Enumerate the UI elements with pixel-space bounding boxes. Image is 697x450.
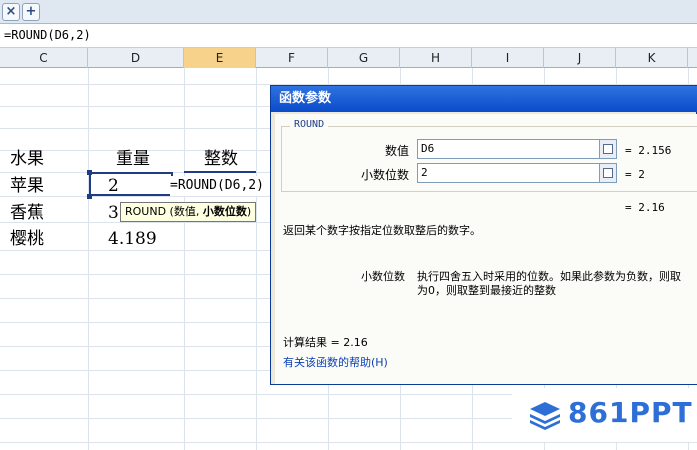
column-header-d[interactable]: D bbox=[88, 48, 184, 68]
dialog-title[interactable]: 函数参数 bbox=[271, 86, 697, 112]
arg2-input[interactable]: 2 bbox=[417, 163, 607, 183]
cell-row2-weight[interactable]: 3 bbox=[108, 201, 119, 225]
function-description: 返回某个数字按指定位数取整后的数字。 bbox=[283, 224, 481, 237]
cell-row2-fruit[interactable]: 香蕉 bbox=[10, 201, 44, 225]
selection-handle[interactable] bbox=[87, 194, 92, 199]
header-underline bbox=[184, 171, 256, 173]
selection-handle[interactable] bbox=[87, 170, 92, 175]
watermark: 861PPT bbox=[512, 388, 697, 442]
tooltip-current-arg: 小数位数 bbox=[202, 205, 247, 218]
column-header-f[interactable]: F bbox=[256, 48, 328, 68]
column-header-h[interactable]: H bbox=[400, 48, 472, 68]
range-select-icon bbox=[603, 168, 613, 178]
arg1-result: = 2.156 bbox=[625, 144, 672, 157]
function-arguments-dialog: 函数参数 ROUND 数值 D6 = 2.156 小数位数 2 = 2 = 2.… bbox=[270, 85, 697, 385]
function-help-link[interactable]: 有关该函数的帮助(H) bbox=[283, 354, 388, 370]
layers-logo-icon bbox=[530, 402, 560, 430]
watermark-text: 861PPT bbox=[568, 396, 693, 429]
param-desc-line2: 为0，则取整到最接近的整数 bbox=[417, 284, 556, 297]
column-header-c[interactable]: C bbox=[0, 48, 88, 68]
arg2-label: 小数位数 bbox=[360, 168, 409, 182]
grid-line bbox=[88, 68, 89, 450]
grid-line bbox=[184, 68, 185, 450]
cell-row3-weight[interactable]: 4.189 bbox=[108, 227, 157, 251]
cell-header-weight[interactable]: 重量 bbox=[116, 147, 150, 171]
column-headers: C D E F G H I J K bbox=[0, 48, 697, 68]
referenced-cell-outline bbox=[89, 172, 173, 196]
column-header-e[interactable]: E bbox=[184, 48, 256, 68]
grid-line bbox=[256, 68, 257, 450]
cell-row3-fruit[interactable]: 樱桃 bbox=[10, 227, 44, 251]
arg2-result: = 2 bbox=[625, 168, 645, 181]
column-header-j[interactable]: J bbox=[544, 48, 616, 68]
grid-line bbox=[0, 442, 697, 443]
dialog-body: ROUND 数值 D6 = 2.156 小数位数 2 = 2 = 2.16 返回… bbox=[275, 114, 697, 384]
new-tab-button[interactable]: + bbox=[22, 3, 40, 21]
column-header-k[interactable]: K bbox=[616, 48, 688, 68]
arg1-input[interactable]: D6 bbox=[417, 139, 607, 159]
calc-result: 计算结果 = 2.16 bbox=[283, 336, 368, 349]
tooltip-suffix: ) bbox=[246, 205, 252, 218]
column-header-g[interactable]: G bbox=[328, 48, 400, 68]
close-icon: × bbox=[5, 4, 17, 19]
sheet-tab-strip: × + bbox=[0, 0, 697, 24]
arg1-label: 数值 bbox=[384, 144, 409, 158]
formula-bar[interactable]: =ROUND(D6,2) bbox=[0, 24, 697, 48]
param-name: 小数位数 bbox=[361, 270, 405, 283]
function-syntax-tooltip: ROUND (数值, 小数位数) bbox=[120, 202, 257, 222]
column-header-i[interactable]: I bbox=[472, 48, 544, 68]
cell-editing-formula[interactable]: =ROUND(D6,2) bbox=[170, 176, 264, 196]
tooltip-prefix: ROUND (数值, bbox=[125, 205, 203, 218]
formula-text: =ROUND(D6,2) bbox=[4, 28, 91, 42]
close-tab-button[interactable]: × bbox=[2, 3, 20, 21]
arg1-collapse-button[interactable] bbox=[599, 139, 617, 159]
cell-header-fruit[interactable]: 水果 bbox=[10, 147, 44, 171]
range-select-icon bbox=[603, 144, 613, 154]
cell-header-integer[interactable]: 整数 bbox=[204, 147, 238, 171]
plus-icon: + bbox=[25, 4, 37, 19]
arg2-collapse-button[interactable] bbox=[599, 163, 617, 183]
group-label: ROUND bbox=[290, 119, 329, 130]
cell-row1-fruit[interactable]: 苹果 bbox=[10, 174, 44, 198]
function-result: = 2.16 bbox=[625, 201, 665, 214]
